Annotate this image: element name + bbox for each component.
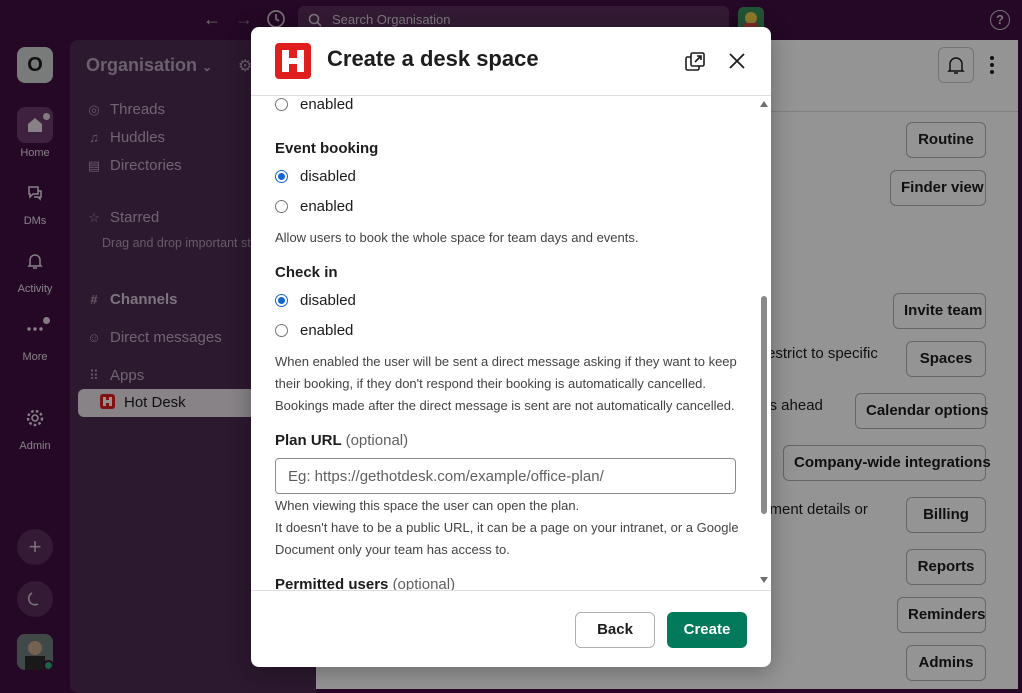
dialog-scrollbar[interactable]: [757, 97, 771, 590]
radio-button[interactable]: [275, 324, 288, 337]
scroll-up-arrow-icon[interactable]: [760, 101, 768, 107]
create-desk-space-dialog: Create a desk space enabled Event bookin…: [251, 27, 771, 667]
event-booking-heading: Event booking: [275, 140, 379, 157]
radio-button-selected[interactable]: [275, 170, 288, 183]
dialog-header: Create a desk space: [251, 27, 771, 96]
dialog-body[interactable]: enabled Event booking disabled enabled A…: [251, 97, 771, 590]
dialog-footer: Back Create: [251, 590, 771, 667]
radio-button-selected[interactable]: [275, 294, 288, 307]
hot-desk-logo-icon: [275, 43, 311, 79]
plan-url-help: When viewing this space the user can ope…: [275, 498, 739, 557]
radio-button[interactable]: [275, 98, 288, 111]
scroll-down-arrow-icon[interactable]: [760, 577, 768, 583]
dialog-title: Create a desk space: [327, 46, 539, 71]
pop-out-icon[interactable]: [684, 51, 706, 73]
back-button[interactable]: Back: [575, 612, 655, 648]
plan-url-label: Plan URL (optional): [275, 432, 409, 449]
event-booking-help: Allow users to book the whole space for …: [275, 230, 639, 245]
close-icon[interactable]: [727, 51, 747, 71]
check-in-help: When enabled the user will be sent a dir…: [275, 354, 737, 413]
plan-url-input[interactable]: [275, 458, 736, 494]
radio-button[interactable]: [275, 200, 288, 213]
scrollbar-thumb[interactable]: [761, 296, 767, 514]
permitted-users-label: Permitted users (optional): [275, 576, 456, 590]
create-button[interactable]: Create: [667, 612, 747, 648]
check-in-heading: Check in: [275, 264, 338, 281]
